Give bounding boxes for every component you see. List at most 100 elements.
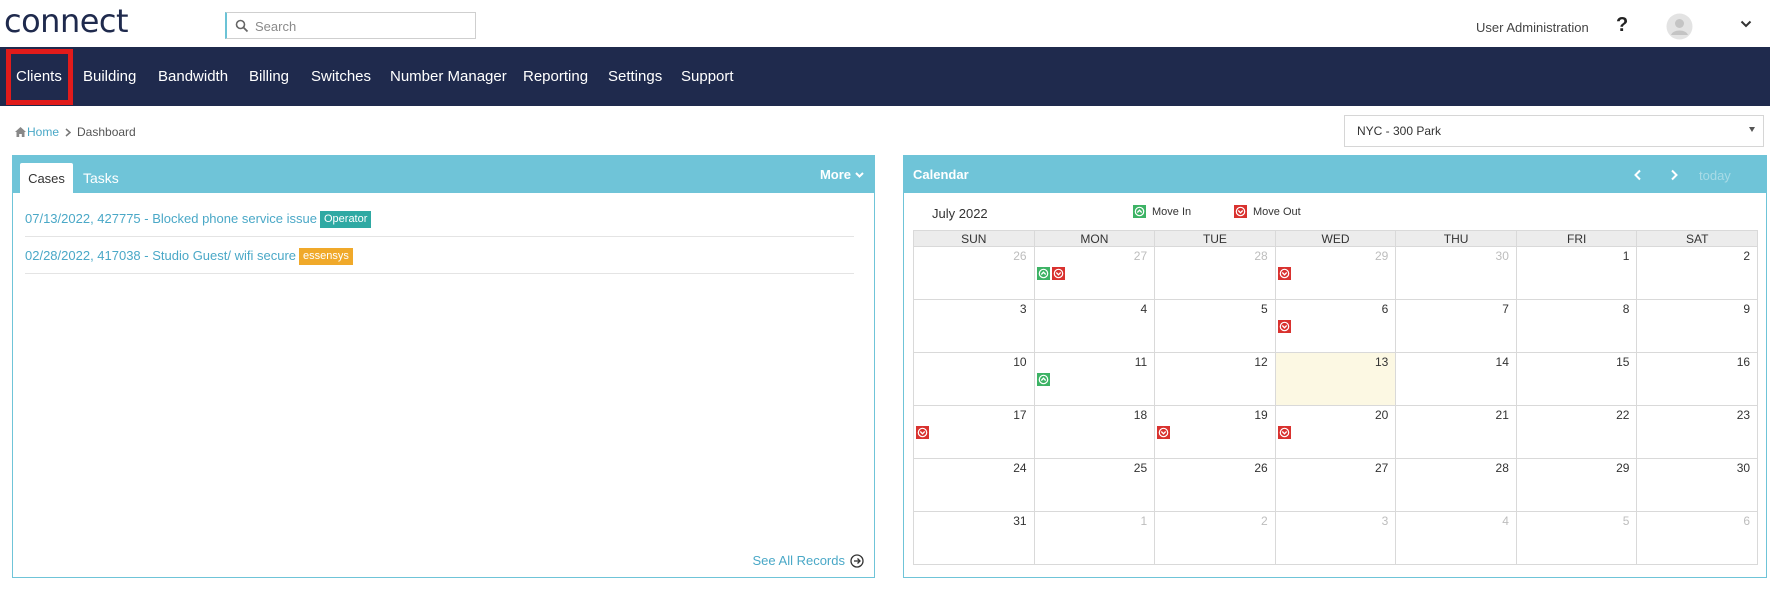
calendar-day[interactable]: 22 <box>1517 406 1638 458</box>
calendar-day[interactable]: 28 <box>1396 459 1517 511</box>
weekday-label: TUE <box>1155 231 1276 246</box>
calendar-grid: SUN MON TUE WED THU FRI SAT 26 27 28 29 30 1 2… <box>913 230 1759 565</box>
weekday-label: THU <box>1396 231 1517 246</box>
calendar-day[interactable]: 4 <box>1396 512 1517 564</box>
search-input[interactable] <box>255 16 470 36</box>
see-all-records-link[interactable]: See All Records <box>753 553 865 568</box>
more-dropdown[interactable]: More <box>820 167 864 182</box>
calendar-day[interactable]: 2 <box>1637 247 1759 299</box>
nav-bandwidth[interactable]: Bandwidth <box>158 47 228 106</box>
chevron-left-icon[interactable] <box>1631 168 1645 182</box>
calendar-day[interactable]: 5 <box>1155 300 1276 352</box>
move-out-icon[interactable] <box>1277 320 1291 333</box>
move-out-icon[interactable] <box>1277 267 1291 280</box>
move-in-icon[interactable] <box>1036 373 1050 386</box>
nav-number-manager[interactable]: Number Manager <box>390 47 507 106</box>
calendar-day[interactable]: 27 <box>1276 459 1397 511</box>
calendar-day[interactable]: 6 <box>1637 512 1759 564</box>
calendar-day[interactable]: 3 <box>1276 512 1397 564</box>
dropdown-arrow-icon <box>1749 127 1755 132</box>
building-select[interactable]: NYC - 300 Park <box>1344 115 1764 147</box>
move-in-icon[interactable] <box>1036 267 1050 280</box>
calendar-day[interactable]: 11 <box>1035 353 1156 405</box>
user-administration-link[interactable]: User Administration <box>1476 20 1589 35</box>
move-out-icon[interactable] <box>1277 426 1291 439</box>
connect-logo[interactable]: connect <box>4 2 129 40</box>
calendar-day[interactable]: 9 <box>1637 300 1759 352</box>
help-icon[interactable]: ? <box>1616 14 1628 37</box>
calendar-day[interactable]: 21 <box>1396 406 1517 458</box>
nav-reporting[interactable]: Reporting <box>523 47 588 106</box>
calendar-day[interactable]: 18 <box>1035 406 1156 458</box>
calendar-panel-header: Calendar today <box>904 156 1766 193</box>
nav-switches[interactable]: Switches <box>311 47 371 106</box>
weekday-label: MON <box>1035 231 1156 246</box>
calendar-day[interactable]: 2 <box>1155 512 1276 564</box>
calendar-day[interactable]: 28 <box>1155 247 1276 299</box>
calendar-day[interactable]: 19 <box>1155 406 1276 458</box>
nav-building[interactable]: Building <box>83 47 136 106</box>
calendar-day[interactable]: 30 <box>1396 247 1517 299</box>
calendar-day[interactable]: 5 <box>1517 512 1638 564</box>
move-out-icon[interactable] <box>1051 267 1065 280</box>
day-events <box>1277 426 1291 439</box>
day-number: 26 <box>1254 461 1268 475</box>
day-number: 4 <box>1502 514 1509 528</box>
today-button[interactable]: today <box>1699 168 1731 183</box>
calendar-day[interactable]: 24 <box>914 459 1035 511</box>
case-row[interactable]: 02/28/2022, 417038 - Studio Guest/ wifi … <box>25 237 854 274</box>
calendar-day[interactable]: 20 <box>1276 406 1397 458</box>
legend-move-out: Move Out <box>1234 205 1301 218</box>
breadcrumb-home-link[interactable]: Home <box>27 125 59 139</box>
day-number: 29 <box>1616 461 1630 475</box>
calendar-day[interactable]: 10 <box>914 353 1035 405</box>
calendar-day[interactable]: 6 <box>1276 300 1397 352</box>
calendar-day[interactable]: 27 <box>1035 247 1156 299</box>
calendar-day[interactable]: 4 <box>1035 300 1156 352</box>
weekday-label: SAT <box>1686 232 1709 246</box>
move-out-icon[interactable] <box>916 426 929 439</box>
calendar-day[interactable]: 15 <box>1517 353 1638 405</box>
nav-settings[interactable]: Settings <box>608 47 662 106</box>
month-label: July 2022 <box>932 206 988 221</box>
nav-support[interactable]: Support <box>681 47 734 106</box>
calendar-day-today[interactable]: 13 <box>1275 353 1397 405</box>
move-out-icon[interactable] <box>1157 426 1171 439</box>
search-box[interactable] <box>225 12 476 39</box>
calendar-day[interactable]: 26 <box>1155 459 1276 511</box>
move-in-icon <box>1133 205 1146 218</box>
calendar-day[interactable]: 1 <box>1517 247 1638 299</box>
calendar-day[interactable]: 31 <box>914 512 1035 564</box>
calendar-day[interactable]: 7 <box>1396 300 1517 352</box>
calendar-day[interactable]: 3 <box>914 300 1035 352</box>
calendar-day[interactable]: 30 <box>1637 459 1759 511</box>
calendar-day[interactable]: 8 <box>1517 300 1638 352</box>
calendar-day[interactable]: 23 <box>1637 406 1759 458</box>
day-number: 20 <box>1374 408 1389 422</box>
nav-clients[interactable]: Clients <box>16 47 62 106</box>
home-icon[interactable] <box>14 126 27 138</box>
avatar[interactable] <box>1666 13 1693 40</box>
calendar-day[interactable]: 16 <box>1637 353 1759 405</box>
calendar-day[interactable]: 17 <box>914 406 1035 458</box>
chevron-down-icon[interactable] <box>1740 20 1752 28</box>
case-row[interactable]: 07/13/2022, 427775 - Blocked phone servi… <box>25 200 854 237</box>
chevron-right-icon[interactable] <box>1667 168 1681 182</box>
tab-cases[interactable]: Cases <box>20 163 73 193</box>
day-events <box>1036 267 1065 280</box>
weekday-header: SUN MON TUE WED THU FRI SAT <box>913 230 1758 247</box>
tab-tasks[interactable]: Tasks <box>83 170 119 186</box>
calendar-day[interactable]: 29 <box>1276 247 1397 299</box>
calendar-day[interactable]: 12 <box>1155 353 1276 405</box>
day-events <box>1277 320 1291 333</box>
case-link[interactable]: 02/28/2022, 417038 - Studio Guest/ wifi … <box>25 248 296 263</box>
day-events <box>1157 426 1171 439</box>
case-link[interactable]: 07/13/2022, 427775 - Blocked phone servi… <box>25 211 317 226</box>
calendar-day[interactable]: 1 <box>1035 512 1156 564</box>
chevron-down-icon <box>855 171 864 178</box>
calendar-day[interactable]: 25 <box>1035 459 1156 511</box>
calendar-day[interactable]: 14 <box>1396 353 1517 405</box>
calendar-day[interactable]: 26 <box>914 247 1035 299</box>
nav-billing[interactable]: Billing <box>249 47 289 106</box>
calendar-day[interactable]: 29 <box>1517 459 1638 511</box>
